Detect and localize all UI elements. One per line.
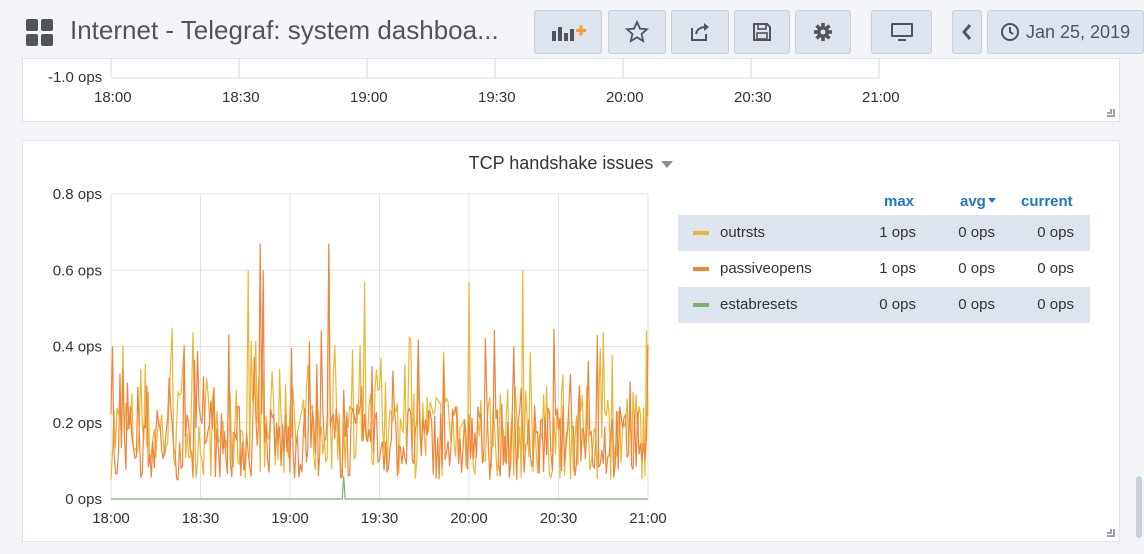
x-axis-tick: 20:30 — [734, 89, 772, 106]
series-color-swatch[interactable] — [693, 267, 709, 271]
clock-icon — [1001, 23, 1019, 41]
gear-icon — [814, 23, 832, 41]
x-axis-tick: 18:30 — [182, 510, 220, 527]
y-axis-tick: 0.4 ops — [53, 339, 102, 356]
previous-graph-panel: -1.0 ops 18:00 18:30 19:00 19:30 20:00 20:30 2… — [22, 58, 1120, 122]
x-axis-tick: 18:30 — [222, 89, 260, 106]
legend-value-current: 0 ops — [1037, 296, 1074, 313]
tcp-handshake-panel: TCP handshake issues 0 ops 0.2 ops 0.4 ops… — [22, 140, 1120, 542]
previous-graph-plot — [110, 59, 880, 79]
legend-value-max: 1 ops — [879, 224, 916, 241]
legend-value-avg: 0 ops — [958, 296, 995, 313]
y-axis-tick: 0 ops — [65, 491, 102, 508]
y-axis-tick: -1.0 ops — [48, 69, 103, 86]
x-axis-tick: 18:00 — [92, 510, 130, 527]
time-picker-button[interactable]: Jan 25, 2019 — [987, 10, 1144, 54]
x-axis-tick: 19:00 — [350, 89, 388, 106]
legend-header: max avg current — [678, 193, 1090, 215]
y-axis-tick: 0.2 ops — [53, 415, 102, 432]
x-axis-tick: 19:00 — [271, 510, 309, 527]
dashboard-title[interactable]: Internet - Telegraf: system dashboa... — [70, 15, 499, 46]
y-axis-tick: 0.6 ops — [53, 262, 102, 279]
share-icon — [691, 23, 709, 41]
legend-col-max[interactable]: max — [884, 193, 914, 210]
settings-button[interactable] — [795, 10, 851, 54]
save-button[interactable] — [734, 10, 790, 54]
apps-icon[interactable] — [26, 19, 54, 47]
x-axis-tick: 21:00 — [629, 510, 667, 527]
legend-value-avg: 0 ops — [958, 260, 995, 277]
legend-value-current: 0 ops — [1037, 260, 1074, 277]
tcp-handshake-chart: 0 ops 0.2 ops 0.4 ops 0.6 ops 0.8 ops 18:00 18… — [53, 186, 667, 527]
sort-desc-icon — [987, 198, 996, 203]
star-icon — [625, 20, 649, 43]
share-button[interactable] — [671, 10, 729, 54]
legend-value-max: 1 ops — [879, 260, 916, 277]
time-shift-back-button[interactable] — [952, 10, 982, 54]
legend-col-avg-label: avg — [960, 193, 986, 210]
x-axis-tick: 20:30 — [540, 510, 578, 527]
legend-col-current[interactable]: current — [1021, 193, 1073, 210]
add-panel-icon — [552, 25, 586, 41]
panel-resize-handle[interactable] — [1107, 109, 1115, 117]
y-axis-tick: 0.8 ops — [53, 186, 102, 203]
tv-icon — [890, 23, 913, 41]
series-name[interactable]: estabresets — [720, 296, 798, 313]
page-scrollbar[interactable] — [1136, 476, 1142, 538]
x-axis-tick: 21:00 — [862, 89, 900, 106]
legend-value-current: 0 ops — [1037, 224, 1074, 241]
chevron-left-icon — [962, 24, 972, 40]
x-axis-tick: 18:00 — [94, 89, 132, 106]
legend-row-passiveopens[interactable]: passiveopens 1 ops 0 ops 0 ops — [678, 251, 1090, 287]
series-name[interactable]: passiveopens — [720, 260, 812, 277]
x-axis-tick: 20:00 — [606, 89, 644, 106]
x-axis-tick: 19:30 — [478, 89, 516, 106]
time-range-label: Jan 25, 2019 — [1026, 21, 1131, 42]
x-axis-tick: 19:30 — [361, 510, 399, 527]
top-nav-bar: Internet - Telegraf: system dashboa... J… — [0, 0, 1144, 66]
legend-rows: outrsts 1 ops 0 ops 0 ops passiveopens 1 ops 0… — [678, 215, 1090, 323]
x-axis-tick: 20:00 — [450, 510, 488, 527]
save-icon — [753, 23, 771, 41]
panel-resize-handle[interactable] — [1107, 529, 1115, 537]
legend-table: max avg current outrsts 1 ops 0 ops 0 ops pa… — [678, 193, 1090, 323]
legend-value-avg: 0 ops — [958, 224, 995, 241]
legend-row-outrsts[interactable]: outrsts 1 ops 0 ops 0 ops — [678, 215, 1090, 251]
series-color-swatch[interactable] — [693, 231, 709, 235]
add-panel-button[interactable] — [534, 10, 602, 54]
series-name[interactable]: outrsts — [720, 224, 765, 241]
legend-value-max: 0 ops — [879, 296, 916, 313]
legend-row-estabresets[interactable]: estabresets 0 ops 0 ops 0 ops — [678, 287, 1090, 323]
star-button[interactable] — [608, 10, 666, 54]
legend-col-avg[interactable]: avg — [960, 193, 996, 210]
series-color-swatch[interactable] — [693, 303, 709, 307]
tv-mode-button[interactable] — [871, 10, 932, 54]
